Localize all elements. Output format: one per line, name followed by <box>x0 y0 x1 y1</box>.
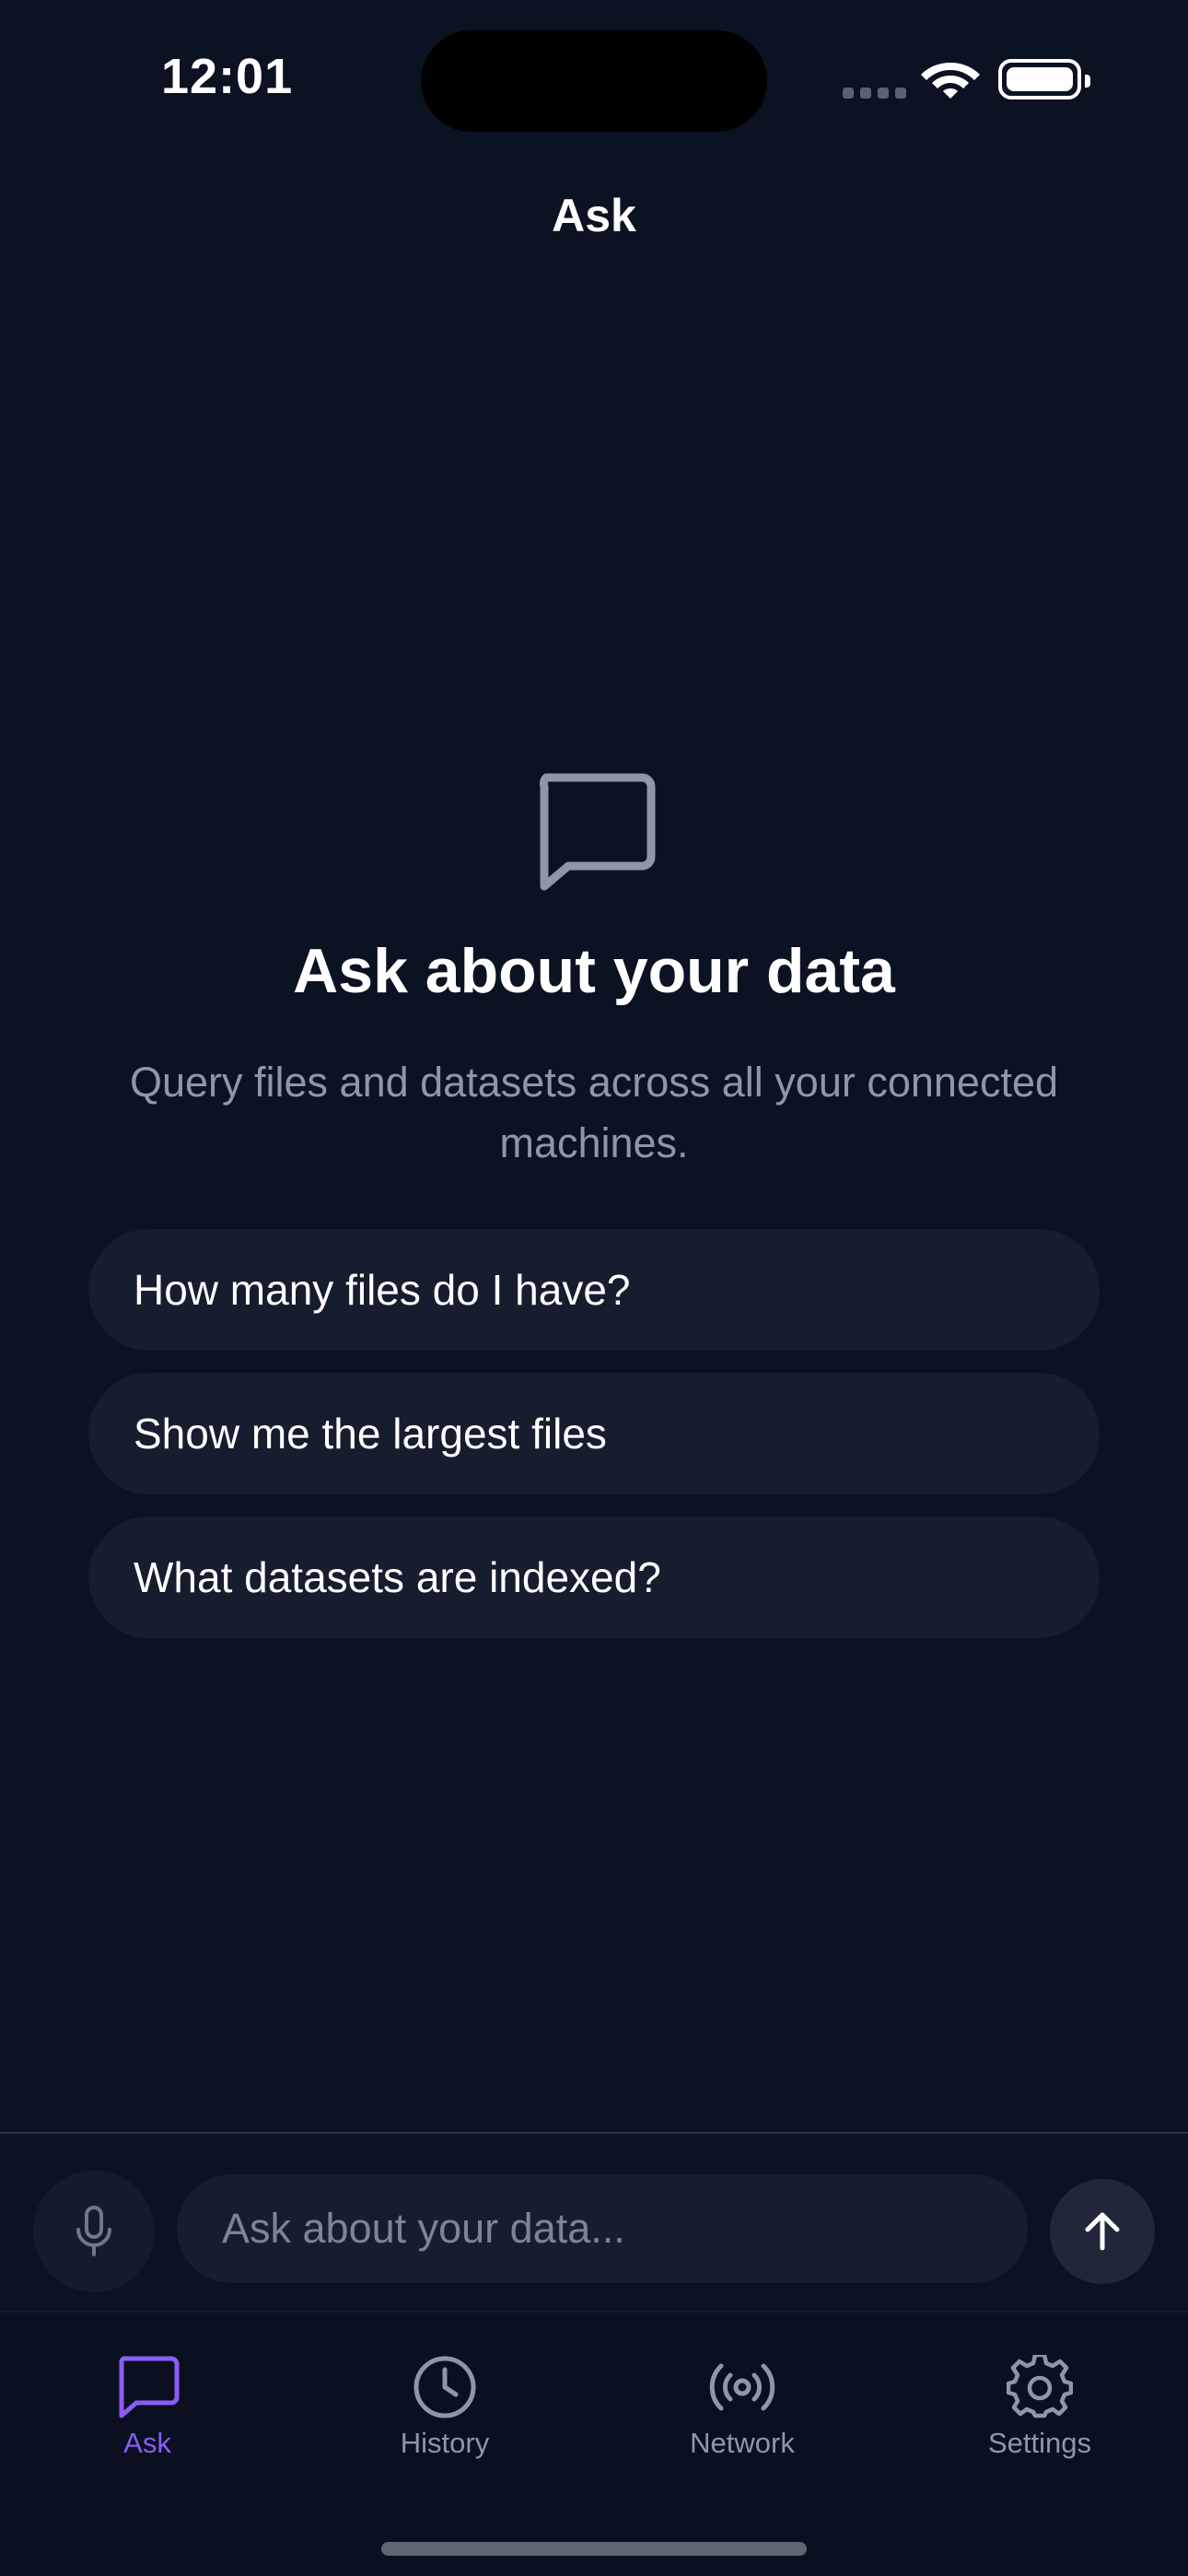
send-button[interactable] <box>1050 2179 1155 2284</box>
broadcast-icon <box>709 2363 775 2411</box>
tab-label: History <box>400 2427 490 2459</box>
chat-bubble-icon <box>539 773 656 891</box>
suggestion-chip[interactable]: How many files do I have? <box>88 1229 1100 1351</box>
clock-icon <box>413 2356 476 2418</box>
tab-label: Ask <box>123 2427 171 2459</box>
wifi-icon <box>921 63 980 99</box>
tab-network[interactable]: Network <box>632 2355 853 2460</box>
home-indicator <box>381 2542 807 2556</box>
ask-input[interactable] <box>177 2174 1028 2283</box>
microphone-icon <box>76 2206 111 2256</box>
dynamic-island <box>421 30 767 132</box>
suggestion-chip[interactable]: What datasets are indexed? <box>88 1516 1100 1638</box>
cellular-signal-icon <box>843 88 906 99</box>
chat-bubble-icon <box>119 2356 180 2418</box>
empty-state-title: Ask about your data <box>293 936 895 1006</box>
nav-title: Ask <box>552 190 636 241</box>
tab-label: Settings <box>987 2427 1091 2459</box>
tab-history[interactable]: History <box>334 2355 555 2460</box>
suggestion-chip[interactable]: Show me the largest files <box>88 1373 1100 1494</box>
tab-label: Network <box>690 2427 795 2459</box>
tab-ask[interactable]: Ask <box>37 2355 258 2460</box>
battery-icon <box>998 59 1090 100</box>
status-time: 12:01 <box>161 49 294 104</box>
arrow-up-icon <box>1085 2212 1120 2251</box>
gear-icon <box>1007 2355 1073 2418</box>
microphone-button[interactable] <box>33 2171 155 2292</box>
empty-state-subtitle: Query files and datasets across all your… <box>129 1059 1059 1166</box>
composer-divider <box>0 2132 1188 2134</box>
tab-settings[interactable]: Settings <box>929 2355 1150 2460</box>
